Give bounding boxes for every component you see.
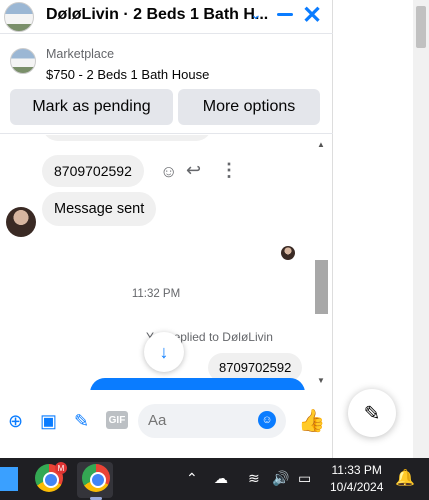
chrome-profile-badge: M — [55, 462, 67, 474]
page-scrollbar-thumb[interactable] — [416, 6, 426, 48]
more-icon[interactable]: ⋮ — [220, 160, 238, 181]
windows-icon[interactable] — [0, 467, 18, 491]
listing-thumbnail[interactable] — [10, 48, 36, 74]
chevron-down-icon[interactable]: ⌄ — [250, 6, 262, 23]
chat-window: DøløLivin · 2 Beds 1 Bath H... ⌄ ✕ Marke… — [0, 0, 333, 458]
notification-bell-icon[interactable]: 🔔 — [395, 468, 415, 488]
battery-icon[interactable]: ▭ — [298, 470, 311, 487]
sticker-icon[interactable]: ✎ — [74, 411, 89, 432]
chrome-profile-icon[interactable] — [82, 464, 110, 492]
sender-avatar[interactable] — [6, 207, 36, 237]
new-message-button[interactable]: ✎ — [348, 389, 396, 437]
taskbar: M ⌃ ☁ ≋ 🔊 ▭ 11:33 PM 10/4/2024 🔔 — [0, 458, 429, 500]
chat-scrollbar[interactable]: ▲ ▼ — [314, 138, 330, 390]
composer: ⊕ ▣ ✎ GIF ☺ 👍 — [0, 398, 333, 444]
thumbs-up-icon[interactable]: 👍 — [298, 408, 325, 434]
image-icon[interactable]: ▣ — [40, 411, 57, 432]
close-icon[interactable]: ✕ — [302, 1, 322, 30]
volume-icon[interactable]: 🔊 — [272, 470, 289, 487]
mark-as-pending-button[interactable]: Mark as pending — [10, 89, 173, 125]
page-scrollbar[interactable] — [413, 0, 429, 458]
emoji-icon[interactable]: ☺ — [258, 411, 276, 429]
listing-category: Marketplace — [46, 47, 115, 61]
scroll-up-arrow-icon[interactable]: ▲ — [317, 140, 325, 149]
message-bubble-sent[interactable]: Message sent — [42, 192, 157, 226]
scroll-to-bottom-button[interactable]: ↓ — [144, 332, 184, 372]
cloud-icon[interactable]: ☁ — [214, 470, 228, 487]
react-icon[interactable]: ☺ — [160, 162, 177, 182]
chevron-up-icon[interactable]: ⌃ — [186, 470, 198, 487]
listing-panel: Marketplace $750 - 2 Beds 1 Bath House M… — [0, 36, 333, 134]
seen-avatar — [281, 246, 295, 260]
message-input[interactable] — [148, 412, 258, 429]
message-timestamp: 11:32 PM — [131, 288, 181, 300]
message-list[interactable]: 8709702592 ☺ ↩ ⋮ Message sent 11:32 PM Y… — [0, 135, 312, 390]
own-message-bubble[interactable] — [90, 378, 305, 390]
chat-header: DøløLivin · 2 Beds 1 Bath H... ⌄ ✕ — [0, 0, 333, 34]
clock[interactable]: 11:33 PM 10/4/2024 — [330, 462, 383, 496]
clock-date: 10/4/2024 — [330, 480, 384, 494]
arrow-down-icon: ↓ — [159, 341, 169, 362]
reply-icon[interactable]: ↩ — [186, 160, 201, 181]
more-options-button[interactable]: More options — [178, 89, 320, 125]
chat-title[interactable]: DøløLivin · 2 Beds 1 Bath H... — [46, 6, 268, 24]
plus-circle-icon[interactable]: ⊕ — [8, 411, 23, 432]
compose-icon: ✎ — [363, 402, 381, 425]
gif-icon[interactable]: GIF — [106, 411, 128, 429]
message-bubble-phone[interactable]: 8709702592 — [42, 155, 144, 187]
wifi-icon[interactable]: ≋ — [248, 470, 260, 487]
chat-scrollbar-thumb[interactable] — [315, 260, 328, 314]
listing-avatar[interactable] — [4, 2, 34, 32]
minimize-icon[interactable] — [277, 13, 293, 16]
listing-summary[interactable]: $750 - 2 Beds 1 Bath House — [46, 67, 209, 82]
clock-time: 11:33 PM — [331, 463, 382, 477]
scroll-down-arrow-icon[interactable]: ▼ — [317, 376, 325, 385]
message-bubble-partial — [42, 135, 212, 141]
